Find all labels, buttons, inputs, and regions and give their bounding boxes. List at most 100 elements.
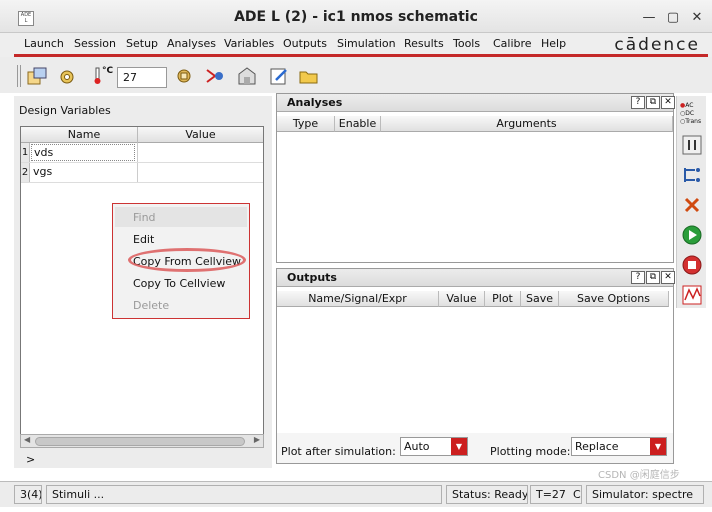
menu-results[interactable]: Results: [404, 37, 444, 50]
run-simulation-icon[interactable]: [681, 224, 703, 246]
launch-setup-icon[interactable]: [26, 66, 48, 86]
plot-after-simulation-select[interactable]: Auto ▼: [400, 437, 468, 456]
edit-notes-icon[interactable]: [268, 66, 290, 86]
column-header-value[interactable]: Value: [138, 128, 263, 141]
left-margin: [0, 96, 12, 480]
delete-x-icon[interactable]: [681, 194, 703, 216]
chevron-down-icon[interactable]: ▼: [650, 438, 666, 455]
column-header-arguments[interactable]: Arguments: [381, 116, 673, 132]
scroll-left-icon[interactable]: ◀: [24, 435, 30, 444]
design-variables-label: Design Variables: [19, 104, 111, 117]
temperature-status: T=27 C: [530, 485, 582, 504]
analyses-panel: Analyses ? ⧉ ✕ Type Enable Arguments: [276, 93, 675, 263]
menu-help[interactable]: Help: [541, 37, 566, 50]
variable-value-cell[interactable]: [137, 163, 263, 182]
plot-outputs-icon[interactable]: [681, 284, 703, 306]
simulator-status: Simulator: spectre: [586, 485, 704, 504]
context-menu: Find Edit Copy From Cellview Copy To Cel…: [112, 203, 250, 319]
temperature-input[interactable]: 27: [117, 67, 167, 88]
status-text: Status: Ready: [446, 485, 528, 504]
scroll-thumb[interactable]: [35, 437, 245, 446]
row-number: 1: [21, 143, 30, 162]
window-title: ADE L (2) - ic1 nmos schematic: [234, 9, 478, 25]
title-bar: ADE L ADE L (2) - ic1 nmos schematic — ▢…: [0, 0, 712, 33]
stop-simulation-icon[interactable]: [681, 254, 703, 276]
outputs-title: Outputs: [287, 271, 337, 284]
model-library-icon[interactable]: [173, 66, 195, 86]
column-header-name-signal-expr[interactable]: Name/Signal/Expr: [277, 291, 439, 307]
plotting-mode-select[interactable]: Replace ▼: [571, 437, 667, 456]
close-panel-icon[interactable]: ✕: [661, 271, 675, 284]
close-panel-icon[interactable]: ✕: [661, 96, 675, 109]
temperature-unit: °C: [102, 66, 114, 76]
command-prompt[interactable]: >: [26, 453, 35, 466]
column-header-type[interactable]: Type: [277, 116, 335, 132]
horizontal-scrollbar[interactable]: ◀ ▶: [20, 434, 264, 448]
outputs-panel: Outputs ? ⧉ ✕ Name/Signal/Expr Value Plo…: [276, 268, 675, 464]
variable-name-cell[interactable]: vgs: [31, 164, 135, 181]
help-icon[interactable]: ?: [631, 96, 645, 109]
column-header-plot[interactable]: Plot: [485, 291, 521, 307]
menu-item-find: Find: [133, 211, 156, 224]
status-bar: 3(4) Stimuli ... Status: Ready T=27 C Si…: [0, 481, 712, 507]
scroll-right-icon[interactable]: ▶: [254, 435, 260, 444]
set-variables-icon[interactable]: [681, 134, 703, 156]
highlight-ellipse: [128, 248, 246, 272]
stimuli-status[interactable]: Stimuli ...: [46, 485, 442, 504]
analysis-option-dc[interactable]: ○DC: [680, 110, 705, 118]
maximize-button[interactable]: ▢: [664, 9, 682, 27]
outputs-table[interactable]: Name/Signal/Expr Value Plot Save Save Op…: [277, 287, 673, 433]
analyses-header: Analyses ? ⧉ ✕: [277, 94, 675, 112]
close-button[interactable]: ✕: [688, 9, 706, 27]
analyses-title: Analyses: [287, 96, 343, 109]
menu-outputs[interactable]: Outputs: [283, 37, 327, 50]
float-icon[interactable]: ⧉: [646, 271, 660, 284]
menu-setup[interactable]: Setup: [126, 37, 158, 50]
save-state-icon[interactable]: [236, 66, 258, 86]
plot-after-simulation-value: Auto: [404, 440, 430, 453]
menu-variables[interactable]: Variables: [224, 37, 274, 50]
toolbar: °C 27: [0, 57, 712, 93]
analyses-table[interactable]: Type Enable Arguments: [277, 112, 673, 262]
variable-value-cell[interactable]: [137, 143, 263, 162]
netlist-icon[interactable]: [204, 66, 226, 86]
menu-analyses[interactable]: Analyses: [167, 37, 216, 50]
table-header: Name Value: [21, 127, 263, 143]
menu-item-copy-to-cellview[interactable]: Copy To Cellview: [133, 277, 225, 290]
column-header-value[interactable]: Value: [439, 291, 485, 307]
analysis-option-trans[interactable]: ○Trans: [680, 118, 705, 126]
setup-outputs-icon[interactable]: [681, 164, 703, 186]
column-header-enable[interactable]: Enable: [335, 116, 381, 132]
chevron-down-icon[interactable]: ▼: [451, 438, 467, 455]
analysis-option-ac[interactable]: ●AC: [680, 102, 705, 110]
menu-bar: Launch Session Setup Analyses Variables …: [0, 33, 712, 57]
menu-tools[interactable]: Tools: [453, 37, 480, 50]
help-icon[interactable]: ?: [631, 271, 645, 284]
open-folder-icon[interactable]: [298, 66, 320, 86]
menu-launch[interactable]: Launch: [24, 37, 64, 50]
toolbar-handle[interactable]: [17, 65, 21, 87]
menu-item-delete: Delete: [133, 299, 170, 312]
setup-gear-icon[interactable]: [56, 66, 78, 86]
history-counter: 3(4): [14, 485, 42, 504]
right-toolbar: ●AC ○DC ○Trans: [676, 96, 706, 308]
plotting-mode-label: Plotting mode:: [490, 445, 571, 458]
analysis-choice-group[interactable]: ●AC ○DC ○Trans: [680, 102, 705, 130]
column-header-name[interactable]: Name: [31, 128, 137, 141]
menu-item-edit[interactable]: Edit: [133, 233, 154, 246]
watermark: CSDN @闲庭信步: [598, 470, 680, 481]
float-icon[interactable]: ⧉: [646, 96, 660, 109]
variable-name-cell[interactable]: vds: [31, 144, 135, 161]
column-header-save-options[interactable]: Save Options: [559, 291, 669, 307]
menu-session[interactable]: Session: [74, 37, 116, 50]
menu-calibre[interactable]: Calibre: [493, 37, 532, 50]
outputs-header: Outputs ? ⧉ ✕: [277, 269, 675, 287]
row-number: 2: [21, 163, 30, 182]
table-row[interactable]: 2 vgs: [21, 163, 263, 183]
column-header-save[interactable]: Save: [521, 291, 559, 307]
table-row[interactable]: 1 vds: [21, 143, 263, 163]
cadence-logo: cādence: [614, 35, 700, 55]
minimize-button[interactable]: —: [640, 9, 658, 27]
menu-simulation[interactable]: Simulation: [337, 37, 396, 50]
plot-after-simulation-label: Plot after simulation:: [281, 445, 396, 458]
